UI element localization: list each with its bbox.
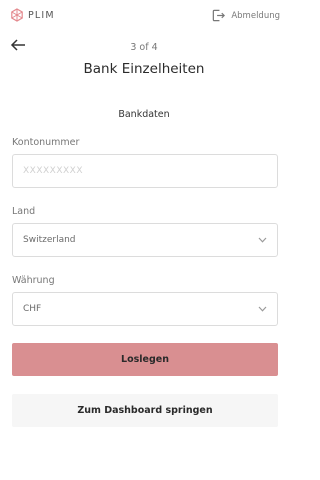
country-select[interactable]: Switzerland <box>12 223 278 257</box>
top-bar: PLIM Abmeldung <box>0 0 288 32</box>
currency-label: Währung <box>12 275 55 286</box>
section-title: Bankdaten <box>118 109 170 120</box>
logout-icon <box>213 9 226 22</box>
account-number-label: Kontonummer <box>12 137 80 148</box>
logout-button[interactable]: Abmeldung <box>211 8 280 23</box>
dashboard-button[interactable]: Zum Dashboard springen <box>12 394 278 427</box>
country-label: Land <box>12 206 36 217</box>
currency-value: CHF <box>23 304 42 314</box>
account-number-input[interactable] <box>13 155 277 187</box>
logo-text: PLIM <box>28 9 55 21</box>
chevron-down-icon <box>258 306 267 312</box>
page-title: Bank Einzelheiten <box>83 61 205 77</box>
start-button-label: Loslegen <box>121 354 169 365</box>
country-value: Switzerland <box>23 235 76 245</box>
account-number-field-wrapper <box>12 154 278 188</box>
chevron-down-icon <box>258 237 267 243</box>
currency-select[interactable]: CHF <box>12 292 278 326</box>
dashboard-button-label: Zum Dashboard springen <box>77 405 213 416</box>
logout-label: Abmeldung <box>231 10 280 21</box>
plim-logo-icon <box>11 8 23 22</box>
step-indicator: 3 of 4 <box>130 42 158 53</box>
start-button[interactable]: Loslegen <box>12 343 278 376</box>
logo: PLIM <box>10 8 55 22</box>
